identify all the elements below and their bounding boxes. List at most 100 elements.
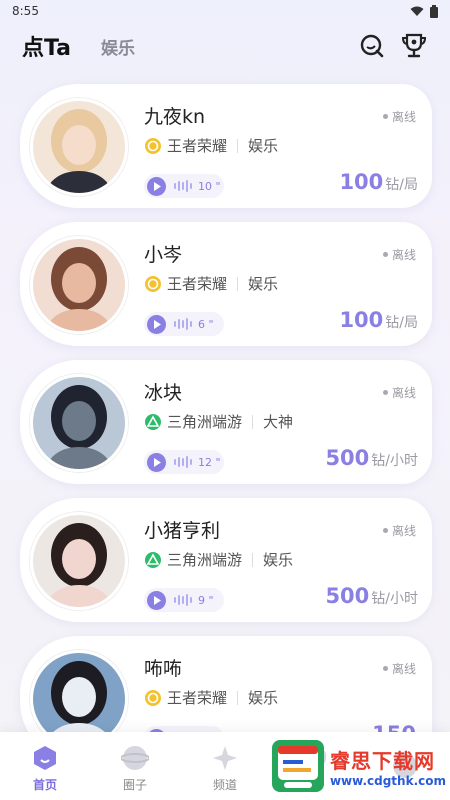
divider [252,414,254,429]
status-text: 离线 [391,524,416,538]
play-icon [147,590,166,610]
status-dot [382,252,388,257]
companion-name: 小岑 [144,244,183,266]
waveform-icon [174,180,192,192]
voice-duration: 9 " [198,593,214,607]
divider [252,552,254,567]
online-status: 离线 [382,522,416,539]
category-label: 娱乐 [248,275,279,293]
game-name: 王者荣耀 [167,137,228,155]
home-icon [31,744,59,772]
price-unit: 钻/小时 [371,453,418,469]
watermark-logo: 睿思下载网 www.cdgthk.com [270,738,446,794]
category-label: 娱乐 [248,137,279,155]
circle-icon [121,744,149,772]
play-icon [147,452,166,472]
voice-intro-button[interactable]: 10 " [144,174,224,198]
companion-name: 九夜kn [144,106,206,128]
game-name: 三角洲端游 [167,413,243,431]
companion-name: 小猪亨利 [144,520,221,542]
waveform-icon [174,318,192,330]
game-name: 王者荣耀 [167,689,228,707]
search-icon[interactable] [358,32,386,60]
voice-intro-button[interactable]: 9 " [144,588,224,612]
game-tags: 三角洲端游 大神 [144,411,293,432]
online-status: 离线 [382,660,416,677]
play-icon [147,314,166,334]
price-value: 500 [325,584,370,608]
battery-icon [430,4,438,18]
companion-card[interactable]: 九夜kn 离线 王者荣耀 娱乐 10 " 100 钻/局 [20,84,432,208]
waveform-icon [174,594,192,606]
voice-intro-button[interactable]: 6 " [144,312,224,336]
wifi-icon [410,6,424,16]
game-tags: 王者荣耀 娱乐 [144,687,278,708]
status-dot [382,528,388,533]
price-unit: 钻/局 [385,315,418,331]
tab-label: 首页 [32,777,57,792]
channel-icon [211,744,239,772]
trophy-icon[interactable] [400,32,428,60]
category-label: 娱乐 [263,551,294,569]
price-value: 100 [339,170,384,194]
voice-duration: 12 " [198,455,221,469]
status-text: 离线 [391,248,416,262]
price: 100 钻/局 [339,170,418,194]
status-bar: 8:55 [0,0,450,22]
companion-list: 九夜kn 离线 王者荣耀 娱乐 10 " 100 钻/局 小岑 离线 王者荣耀 … [20,84,432,774]
game-name: 王者荣耀 [167,275,228,293]
companion-card[interactable]: 小岑 离线 王者荣耀 娱乐 6 " 100 钻/局 [20,222,432,346]
avatar[interactable] [30,98,128,196]
price-unit: 钻/局 [385,177,418,193]
game-tags: 王者荣耀 娱乐 [144,273,278,294]
divider [237,276,239,291]
game-tags: 三角洲端游 娱乐 [144,549,293,570]
watermark-app-icon [271,740,324,792]
companion-name: 冰块 [144,382,183,404]
price: 500 钻/小时 [325,584,418,608]
tab-entertainment[interactable]: 娱乐 [101,34,135,59]
status-text: 离线 [391,110,416,124]
status-text: 离线 [391,386,416,400]
watermark-url: www.cdgthk.com [329,773,446,788]
divider [237,138,239,153]
companion-card[interactable]: 小猪亨利 离线 三角洲端游 娱乐 9 " 500 钻/小时 [20,498,432,622]
voice-duration: 10 " [198,179,221,193]
watermark-title: 睿思下载网 [329,748,435,773]
voice-duration: 6 " [198,317,214,331]
companion-card[interactable]: 冰块 离线 三角洲端游 大神 12 " 500 钻/小时 [20,360,432,484]
status-dot [382,114,388,119]
delta-force-icon [144,551,162,569]
price-unit: 钻/小时 [371,591,418,607]
price-value: 500 [325,446,370,470]
tab-home[interactable]: 首页 [10,744,80,793]
waveform-icon [174,456,192,468]
delta-force-icon [144,413,162,431]
status-dot [382,390,388,395]
online-status: 离线 [382,246,416,263]
game-tags: 王者荣耀 娱乐 [144,135,278,156]
tab-channel[interactable]: 频道 [190,744,260,793]
honor-of-kings-icon [144,275,162,293]
play-icon [147,176,166,196]
avatar[interactable] [30,512,128,610]
status-text: 离线 [391,662,416,676]
tab-circle[interactable]: 圈子 [100,744,170,793]
tab-label: 频道 [212,777,237,792]
category-label: 大神 [263,413,294,431]
game-name: 三角洲端游 [167,551,243,569]
tab-label: 圈子 [122,777,147,792]
price-value: 100 [339,308,384,332]
online-status: 离线 [382,384,416,401]
companion-name: 咘咘 [144,658,183,680]
honor-of-kings-icon [144,137,162,155]
top-nav: 点Ta 娱乐 [0,26,450,66]
honor-of-kings-icon [144,689,162,707]
avatar[interactable] [30,374,128,472]
online-status: 离线 [382,108,416,125]
voice-intro-button[interactable]: 12 " [144,450,224,474]
price: 100 钻/局 [339,308,418,332]
tab-dianta[interactable]: 点Ta [22,30,71,62]
price: 500 钻/小时 [325,446,418,470]
avatar[interactable] [30,236,128,334]
